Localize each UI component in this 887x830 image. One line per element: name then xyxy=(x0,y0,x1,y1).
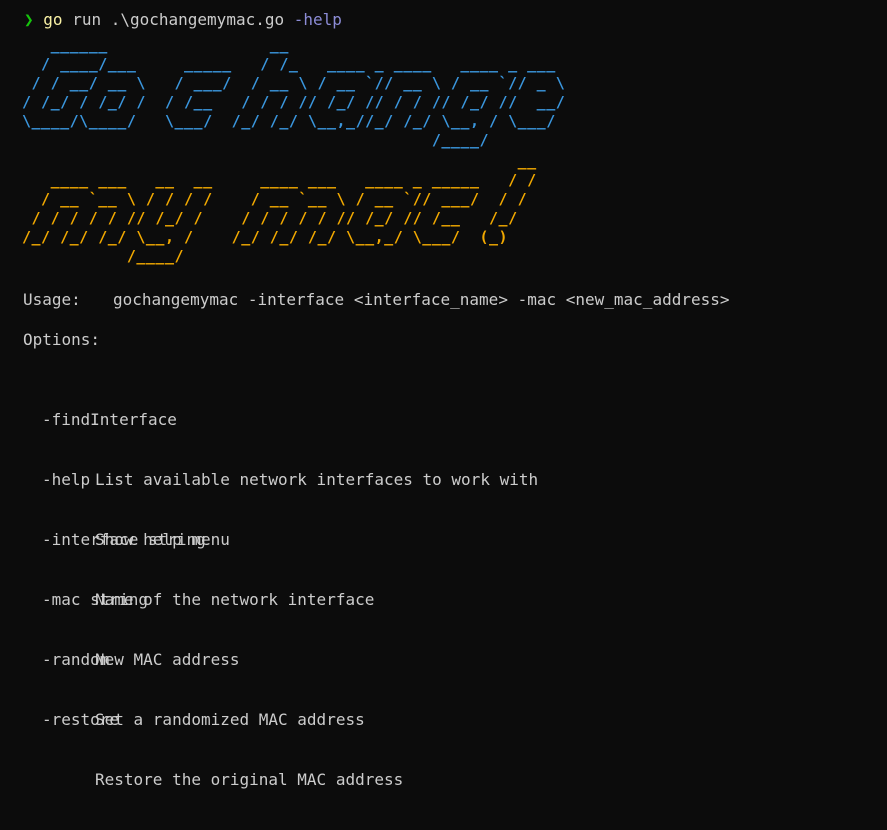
command-program: go xyxy=(43,10,63,29)
command-args: run .\gochangemymac.go xyxy=(72,10,285,29)
option-restore: -restore Restore the original MAC addres… xyxy=(42,670,403,830)
terminal-window[interactable]: ❯ go run .\gochangemymac.go -help ______… xyxy=(0,0,887,789)
command-flag: -help xyxy=(293,10,342,29)
option-description: Restore the original MAC address xyxy=(95,770,404,789)
option-flag: -restore xyxy=(42,710,120,729)
option-flag: -interface string xyxy=(42,530,206,549)
usage-value: gochangemymac -interface <interface_name… xyxy=(113,290,730,309)
ascii-banner-go-change: ______ __ / ____/___ _____ / /_ ____ _ _… xyxy=(22,36,566,149)
option-flag: -findInterface xyxy=(42,410,177,429)
usage-line: Usage: gochangemymac -interface <interfac… xyxy=(23,290,730,310)
ascii-banner-my-mac: __ ____ ___ __ __ ____ ___ ____ _ _____ … xyxy=(22,152,537,265)
prompt-chevron-icon: ❯ xyxy=(24,10,34,29)
option-flag: -random xyxy=(42,650,110,669)
usage-label: Usage: xyxy=(23,290,81,309)
options-heading: Options: xyxy=(23,330,101,349)
option-flag: -help xyxy=(42,470,91,489)
command-line: ❯ go run .\gochangemymac.go -help xyxy=(24,10,342,30)
option-flag: -mac string xyxy=(42,590,148,609)
